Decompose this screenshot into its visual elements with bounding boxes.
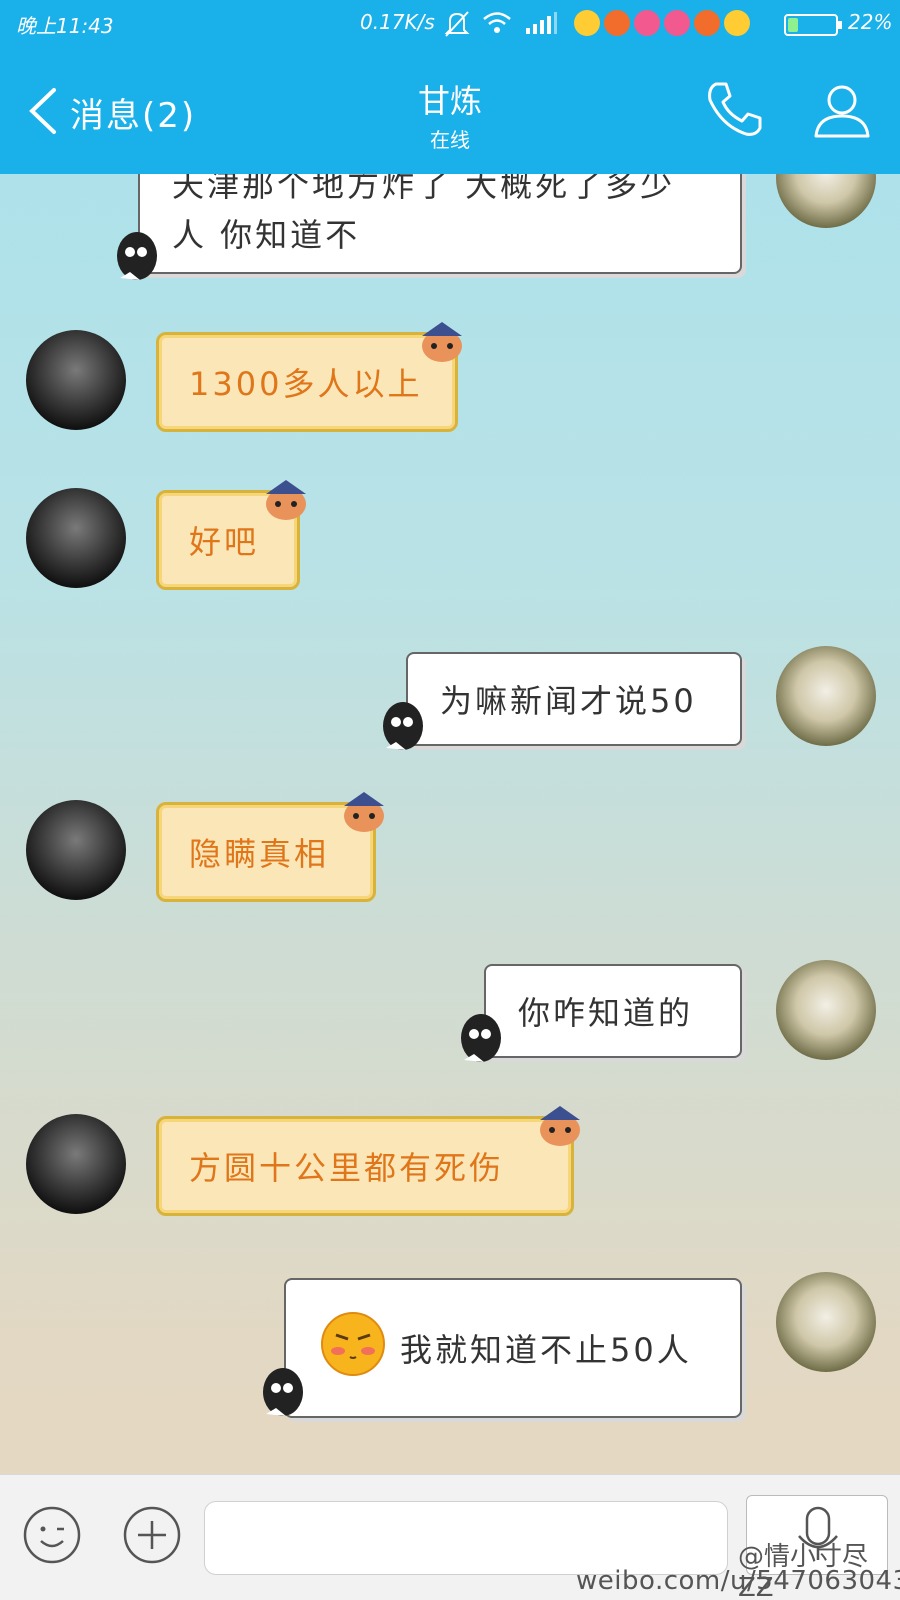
- battery-percent: 22%: [848, 10, 893, 34]
- penguin-sticker-icon: [454, 1004, 508, 1070]
- message-bubble-left[interactable]: 1300多人以上: [156, 332, 458, 432]
- message-text: 天津那个地方炸了 大概死了多少人 你知道不: [172, 174, 676, 254]
- message-text: 1300多人以上: [189, 365, 423, 403]
- watermark-url: weibo.com/u/5470630439: [576, 1566, 900, 1596]
- penguin-sticker-icon: [110, 222, 164, 288]
- chat-message-list[interactable]: 天津那个地方炸了 大概死了多少人 你知道不 1300多人以上 好吧 为嘛新闻才说…: [0, 174, 900, 1474]
- fist-emoji-icon-2: [664, 10, 690, 36]
- fox-sticker-icon: [338, 788, 390, 838]
- emoji-button[interactable]: [22, 1505, 82, 1565]
- my-avatar[interactable]: [776, 960, 876, 1060]
- phone-icon: [708, 82, 762, 136]
- fox-sticker-icon: [260, 476, 312, 526]
- battery-icon: [784, 14, 842, 36]
- plus-icon: [123, 1506, 181, 1564]
- penguin-sticker-icon: [256, 1358, 310, 1424]
- angel-emoji-icon-2: [724, 10, 750, 36]
- fist-emoji-icon: [634, 10, 660, 36]
- fox-sticker-icon: [534, 1102, 586, 1152]
- net-speed: 0.17K/s: [360, 10, 435, 34]
- message-text: 我就知道不止50人: [400, 1331, 692, 1369]
- contact-profile-button[interactable]: [810, 78, 874, 142]
- my-avatar[interactable]: [776, 174, 876, 228]
- angel-emoji-icon: [574, 10, 600, 36]
- fox-sticker-icon: [416, 318, 468, 368]
- contact-avatar[interactable]: [26, 1114, 126, 1214]
- mute-bell-icon: [444, 10, 470, 43]
- wifi-icon: [482, 10, 512, 41]
- status-time: 晚上11:43: [16, 14, 114, 38]
- person-icon: [814, 85, 870, 138]
- my-avatar[interactable]: [776, 646, 876, 746]
- penguin-sticker-icon: [376, 692, 430, 758]
- embarrassed-face-icon: [320, 1311, 386, 1385]
- devil-emoji-icon-2: [694, 10, 720, 36]
- phone-call-button[interactable]: [702, 78, 766, 142]
- message-text: 你咋知道的: [518, 994, 694, 1032]
- message-bubble-right[interactable]: 我就知道不止50人: [284, 1278, 742, 1418]
- status-bar: 晚上11:43 0.17K/s 22%: [0, 0, 900, 48]
- contact-avatar[interactable]: [26, 488, 126, 588]
- my-avatar[interactable]: [776, 1272, 876, 1372]
- message-text: 方圆十公里都有死伤: [189, 1149, 505, 1187]
- message-text: 隐瞒真相: [189, 835, 330, 873]
- smiley-icon: [23, 1506, 81, 1564]
- message-bubble-left[interactable]: 方圆十公里都有死伤: [156, 1116, 574, 1216]
- contact-avatar[interactable]: [26, 800, 126, 900]
- contact-avatar[interactable]: [26, 330, 126, 430]
- message-bubble-right[interactable]: 为嘛新闻才说50: [406, 652, 742, 746]
- chat-header: 消息(2) 甘炼 在线: [0, 48, 900, 174]
- message-bubble-right[interactable]: 你咋知道的: [484, 964, 742, 1058]
- message-text: 为嘛新闻才说50: [440, 682, 697, 720]
- more-options-button[interactable]: [122, 1505, 182, 1565]
- message-text: 好吧: [189, 523, 260, 561]
- signal-icon: [524, 10, 558, 41]
- message-bubble-right[interactable]: 天津那个地方炸了 大概死了多少人 你知道不: [138, 174, 742, 274]
- message-input[interactable]: [204, 1501, 728, 1575]
- devil-emoji-icon: [604, 10, 630, 36]
